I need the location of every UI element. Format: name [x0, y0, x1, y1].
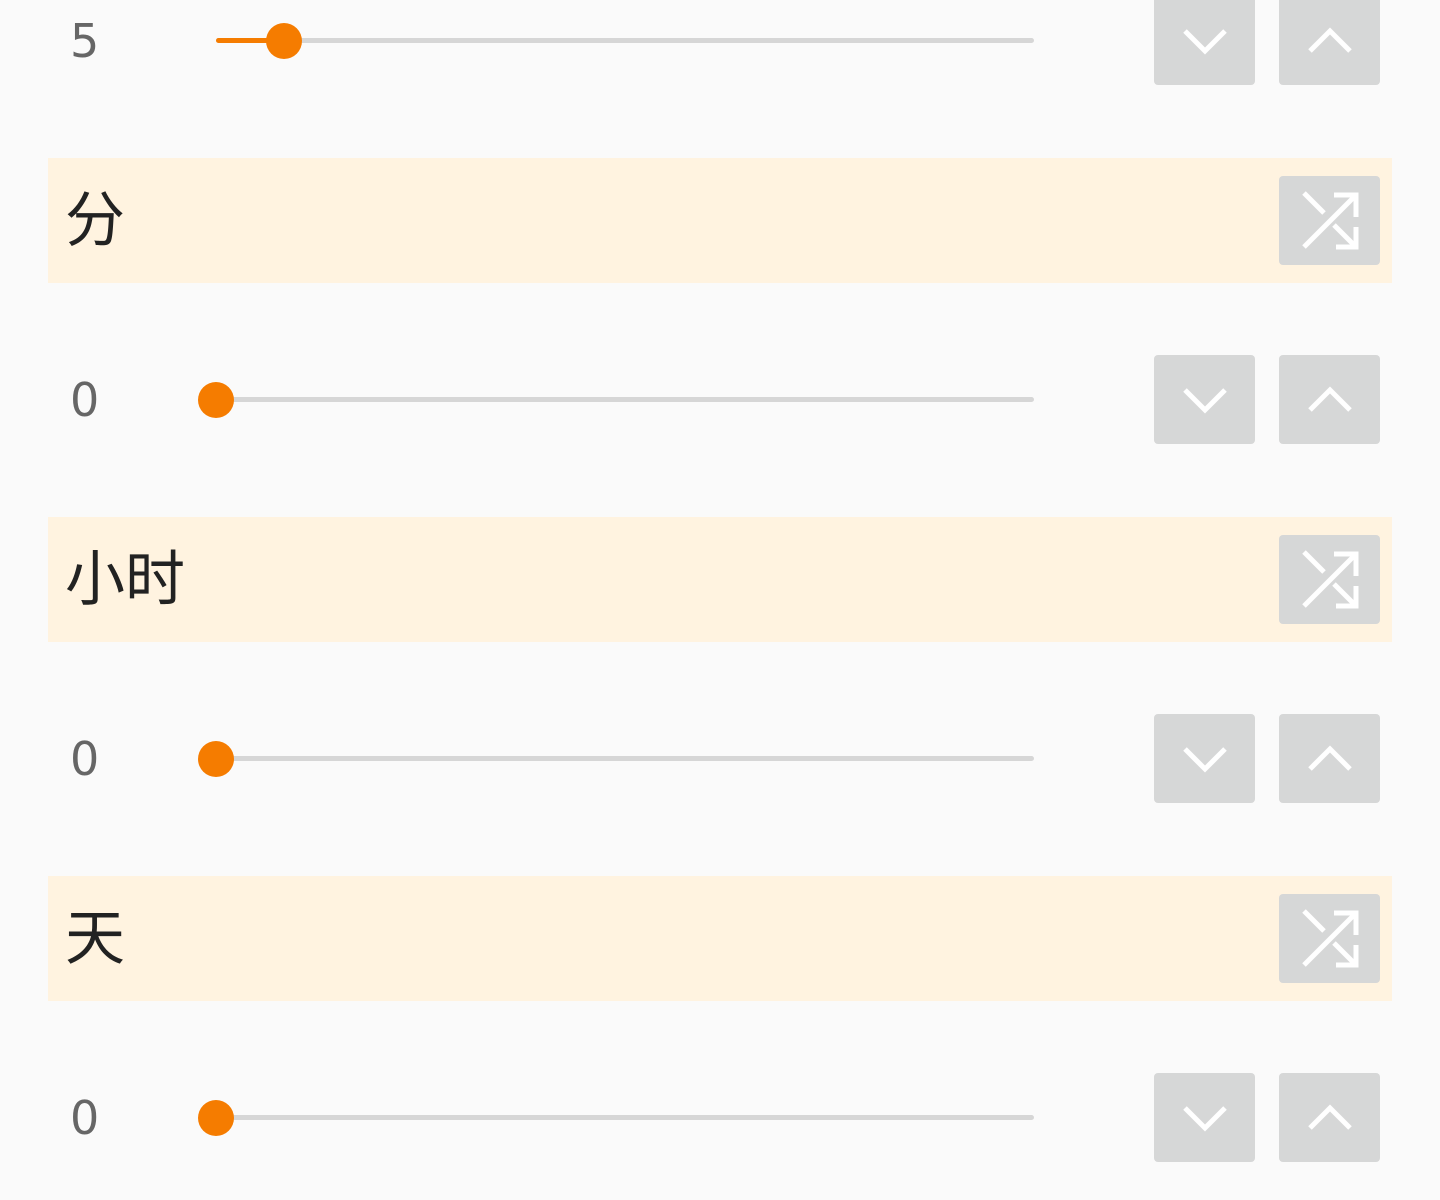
chevron-down-icon [1182, 746, 1227, 773]
slider-value-minutes: 0 [70, 373, 100, 427]
chevron-up-icon [1307, 744, 1352, 771]
decrement-hours-button[interactable] [1154, 714, 1255, 803]
shuffle-icon [1301, 549, 1358, 608]
section-minutes: 分 [48, 158, 1392, 283]
slider-row-seconds: 5 [0, 0, 1440, 86]
chevron-up-icon [1307, 385, 1352, 412]
slider-row-hours: 0 [0, 714, 1440, 804]
slider-thumb-days[interactable] [198, 1099, 234, 1136]
slider-row-days: 0 [0, 1073, 1440, 1163]
slider-thumb-minutes[interactable] [198, 381, 234, 418]
increment-days-button[interactable] [1279, 1073, 1380, 1162]
slider-value-days: 0 [70, 1091, 100, 1145]
slider-track-minutes[interactable] [198, 381, 1034, 418]
chevron-up-icon [1307, 26, 1352, 53]
shuffle-hours-button[interactable] [1279, 535, 1380, 624]
chevron-up-icon [1307, 1103, 1352, 1130]
slider-track-days[interactable] [198, 1099, 1034, 1136]
section-hours: 小时 [48, 517, 1392, 642]
section-title-minutes: 分 [65, 185, 125, 256]
chevron-down-icon [1182, 387, 1227, 414]
decrement-days-button[interactable] [1154, 1073, 1255, 1162]
increment-minutes-button[interactable] [1279, 355, 1380, 444]
shuffle-icon [1301, 908, 1358, 967]
increment-hours-button[interactable] [1279, 714, 1380, 803]
section-title-days: 天 [65, 903, 125, 974]
slider-row-minutes: 0 [0, 355, 1440, 445]
decrement-seconds-button[interactable] [1154, 0, 1255, 85]
slider-track-hours[interactable] [198, 740, 1034, 777]
shuffle-icon [1301, 190, 1358, 249]
chevron-down-icon [1182, 28, 1227, 55]
increment-seconds-button[interactable] [1279, 0, 1380, 85]
shuffle-days-button[interactable] [1279, 894, 1380, 983]
shuffle-minutes-button[interactable] [1279, 176, 1380, 265]
section-title-hours: 小时 [65, 544, 185, 615]
section-days: 天 [48, 876, 1392, 1001]
slider-thumb-seconds[interactable] [265, 22, 302, 59]
decrement-minutes-button[interactable] [1154, 355, 1255, 444]
slider-track-seconds[interactable] [216, 22, 1034, 59]
time-picker-page: 5 分 0 小时 0 天 0 [0, 0, 1440, 1200]
slider-thumb-hours[interactable] [198, 740, 234, 777]
slider-value-seconds: 5 [70, 14, 100, 68]
slider-value-hours: 0 [70, 732, 100, 786]
chevron-down-icon [1182, 1105, 1227, 1132]
